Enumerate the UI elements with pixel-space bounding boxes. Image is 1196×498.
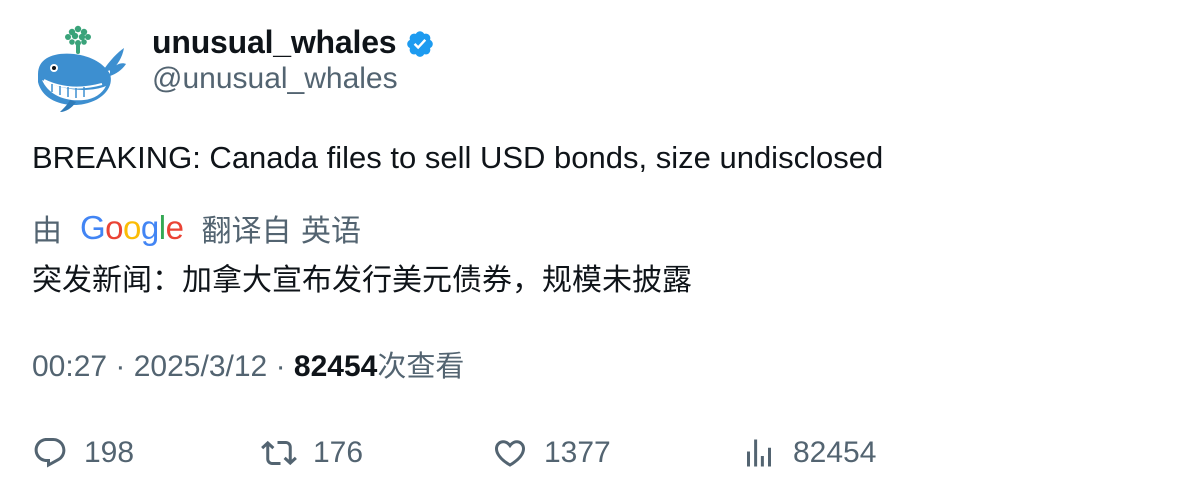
retweet-button[interactable]: 176 <box>261 428 363 478</box>
translated-text: 突发新闻：加拿大宣布发行美元债券，规模未披露 <box>32 263 692 298</box>
avatar[interactable] <box>32 24 128 114</box>
views-icon <box>747 439 771 467</box>
tweet-meta: 00:27 · 2025/3/12 · 82454次查看 <box>32 343 464 385</box>
translation-prefix: 由 <box>32 214 62 249</box>
translation-attribution: 由 Google 翻译自 英语 <box>32 206 361 250</box>
views-label: 次查看 <box>377 349 465 383</box>
display-name[interactable]: unusual_whales <box>152 24 397 61</box>
reply-icon <box>34 438 66 468</box>
author-name-row: unusual_whales <box>152 22 435 62</box>
like-count: 1377 <box>544 436 611 469</box>
translation-suffix: 翻译自 英语 <box>201 214 361 249</box>
tweet-card: unusual_whales @unusual_whales BREAKING:… <box>0 0 1196 498</box>
handle[interactable]: @unusual_whales <box>152 62 398 96</box>
views-count: 82454 <box>293 350 378 383</box>
retweet-count: 176 <box>313 436 364 469</box>
retweet-icon <box>261 440 297 466</box>
views-action-count: 82454 <box>793 436 877 469</box>
views-button[interactable]: 82454 <box>741 428 876 478</box>
like-icon <box>494 440 526 467</box>
action-bar: 198 176 1377 82454 <box>0 428 1196 478</box>
like-button[interactable]: 1377 <box>492 428 611 478</box>
reply-button[interactable]: 198 <box>32 428 134 478</box>
whale-avatar-icon <box>38 25 126 112</box>
tweet-date[interactable]: 2025/3/12 <box>134 350 267 383</box>
tweet-text: BREAKING: Canada files to sell USD bonds… <box>32 140 884 175</box>
tweet-time[interactable]: 00:27 <box>32 350 107 383</box>
google-logo: Google <box>80 209 184 246</box>
verified-badge-icon <box>407 30 434 57</box>
meta-separator: · <box>115 350 134 383</box>
reply-count: 198 <box>84 436 135 469</box>
meta-separator: · <box>275 350 294 383</box>
